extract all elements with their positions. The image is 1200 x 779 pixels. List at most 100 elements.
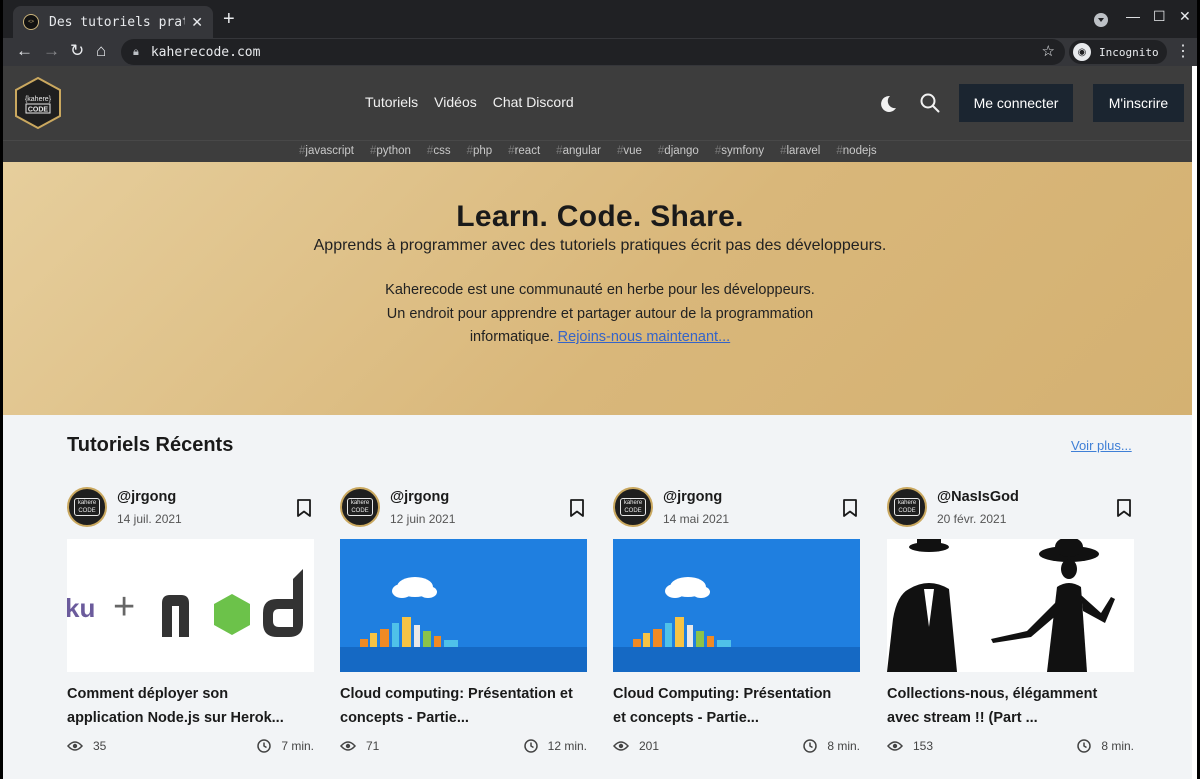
- card-title[interactable]: Comment déployer son application Node.js …: [67, 683, 314, 730]
- tutorial-card[interactable]: kahere CODE @jrgong 14 juil. 2021 ku + Co…: [67, 486, 314, 766]
- browser-window: <> Des tutoriels prati ✕ + — ☐ ✕ ← → ↻ ⌂…: [0, 0, 1200, 779]
- svg-text:CODE: CODE: [28, 107, 49, 114]
- tutorial-card[interactable]: kahere CODE @NasIsGod 20 févr. 2021 Coll…: [887, 486, 1134, 766]
- card-thumbnail[interactable]: ku +: [67, 539, 314, 672]
- incognito-badge[interactable]: ◉ Incognito: [1069, 40, 1167, 64]
- author-name[interactable]: @jrgong: [663, 489, 722, 505]
- hero-title: Learn. Code. Share.: [456, 200, 744, 233]
- tutorial-card[interactable]: kahere CODE @jrgong 14 mai 2021 Cloud Co…: [613, 486, 860, 766]
- close-tab-icon[interactable]: ✕: [191, 14, 203, 31]
- card-title[interactable]: Cloud Computing: Présentation et concepts…: [613, 683, 860, 730]
- author-name[interactable]: @jrgong: [117, 489, 176, 505]
- plus-sign: +: [113, 586, 135, 628]
- page-viewport: {kahere} CODE Tutoriels Vidéos Chat Disc…: [3, 66, 1197, 779]
- svg-text:{kahere}: {kahere}: [25, 96, 52, 103]
- tag-link[interactable]: #react: [508, 145, 540, 157]
- bookmark-icon[interactable]: [569, 499, 585, 517]
- maximize-icon[interactable]: ☐: [1153, 8, 1166, 25]
- site-header: {kahere} CODE Tutoriels Vidéos Chat Disc…: [3, 66, 1197, 140]
- tag-bar: #javascript #python #css #php #react #an…: [3, 140, 1197, 162]
- lock-icon: 🔒︎: [133, 45, 139, 58]
- new-tab-icon[interactable]: +: [223, 9, 235, 29]
- avatar[interactable]: kahere CODE: [67, 487, 107, 527]
- clock-icon: [257, 739, 272, 753]
- nav-tutoriels[interactable]: Tutoriels: [365, 94, 418, 110]
- bookmark-icon[interactable]: [842, 499, 858, 517]
- tab-search-icon[interactable]: [1094, 13, 1108, 27]
- read-time: 8 min.: [1077, 739, 1134, 753]
- tab-title: Des tutoriels prati: [49, 14, 186, 30]
- eye-icon: [67, 741, 83, 751]
- eye-icon: [613, 741, 629, 751]
- publish-date: 20 févr. 2021: [937, 512, 1007, 526]
- tag-link[interactable]: #laravel: [780, 145, 820, 157]
- signup-button[interactable]: M'inscrire: [1093, 84, 1184, 122]
- tag-link[interactable]: #css: [427, 145, 451, 157]
- publish-date: 14 mai 2021: [663, 512, 730, 526]
- tag-link[interactable]: #vue: [617, 145, 642, 157]
- tag-link[interactable]: #php: [467, 145, 493, 157]
- card-thumbnail[interactable]: [887, 539, 1134, 672]
- browser-toolbar: ← → ↻ ⌂ 🔒︎ kaherecode.com ☆ ◉ Incognito …: [3, 38, 1197, 66]
- tag-link[interactable]: #symfony: [715, 145, 764, 157]
- favicon-icon: <>: [23, 14, 39, 30]
- card-author-row: kahere CODE @jrgong 12 juin 2021: [340, 486, 587, 528]
- card-title[interactable]: Collections-nous, élégamment avec stream …: [887, 683, 1134, 730]
- tag-list: #javascript #python #css #php #react #an…: [299, 145, 893, 157]
- url-text: kaherecode.com: [150, 44, 261, 60]
- menu-kebab-icon[interactable]: ⋮: [1175, 41, 1191, 61]
- dark-mode-moon-icon[interactable]: [876, 93, 898, 115]
- card-thumbnail[interactable]: [613, 539, 860, 672]
- avatar[interactable]: kahere CODE: [887, 487, 927, 527]
- card-author-row: kahere CODE @NasIsGod 20 févr. 2021: [887, 486, 1134, 528]
- avatar[interactable]: kahere CODE: [613, 487, 653, 527]
- tag-link[interactable]: #django: [658, 145, 699, 157]
- tag-link[interactable]: #python: [370, 145, 411, 157]
- tag-link[interactable]: #nodejs: [836, 145, 876, 157]
- tag-link[interactable]: #javascript: [299, 145, 354, 157]
- nav-chat-discord[interactable]: Chat Discord: [493, 94, 574, 110]
- main-nav: Tutoriels Vidéos Chat Discord: [365, 94, 590, 110]
- incognito-label: Incognito: [1099, 45, 1159, 59]
- eye-icon: [340, 741, 356, 751]
- login-button[interactable]: Me connecter: [959, 84, 1073, 122]
- forward-icon[interactable]: →: [43, 41, 60, 61]
- search-icon[interactable]: [919, 92, 941, 114]
- read-time: 12 min.: [523, 739, 587, 753]
- clock-icon: [803, 739, 818, 753]
- browser-tab[interactable]: <> Des tutoriels prati ✕: [13, 6, 213, 38]
- hero-subtitle: Apprends à programmer avec des tutoriels…: [313, 237, 887, 254]
- bookmark-star-icon[interactable]: ☆: [1042, 42, 1055, 60]
- bookmark-icon[interactable]: [296, 499, 312, 517]
- home-icon[interactable]: ⌂: [96, 41, 106, 61]
- bookmark-icon[interactable]: [1116, 499, 1132, 517]
- window-close-icon[interactable]: ✕: [1179, 8, 1191, 25]
- nav-videos[interactable]: Vidéos: [434, 94, 477, 110]
- publish-date: 12 juin 2021: [390, 512, 456, 526]
- card-title[interactable]: Cloud computing: Présentation et concepts…: [340, 683, 587, 730]
- join-now-link[interactable]: Rejoins-nous maintenant...: [558, 329, 731, 345]
- minimize-icon[interactable]: —: [1126, 8, 1140, 24]
- kaherecode-logo[interactable]: {kahere} CODE: [15, 77, 61, 129]
- read-time: 7 min.: [257, 739, 314, 753]
- read-time: 8 min.: [803, 739, 860, 753]
- eye-icon: [887, 741, 903, 751]
- reload-icon[interactable]: ↻: [70, 41, 84, 61]
- author-name[interactable]: @jrgong: [390, 489, 449, 505]
- recent-tutorials-title: Tutoriels Récents: [67, 434, 234, 456]
- address-bar[interactable]: 🔒︎ kaherecode.com ☆: [121, 39, 1065, 65]
- see-more-link[interactable]: Voir plus...: [1071, 438, 1132, 453]
- hero-description: Kaherecode est une communauté en herbe p…: [385, 282, 815, 345]
- page-scrollbar[interactable]: [1192, 66, 1197, 779]
- author-name[interactable]: @NasIsGod: [937, 489, 1019, 505]
- tutorial-card[interactable]: kahere CODE @jrgong 12 juin 2021 Cloud c…: [340, 486, 587, 766]
- view-count: 201: [613, 739, 659, 753]
- avatar[interactable]: kahere CODE: [340, 487, 380, 527]
- view-count: 153: [887, 739, 933, 753]
- back-icon[interactable]: ←: [16, 41, 33, 61]
- card-thumbnail[interactable]: [340, 539, 587, 672]
- clock-icon: [1077, 739, 1092, 753]
- tag-link[interactable]: #angular: [556, 145, 601, 157]
- card-author-row: kahere CODE @jrgong 14 juil. 2021: [67, 486, 314, 528]
- incognito-icon: ◉: [1073, 43, 1091, 61]
